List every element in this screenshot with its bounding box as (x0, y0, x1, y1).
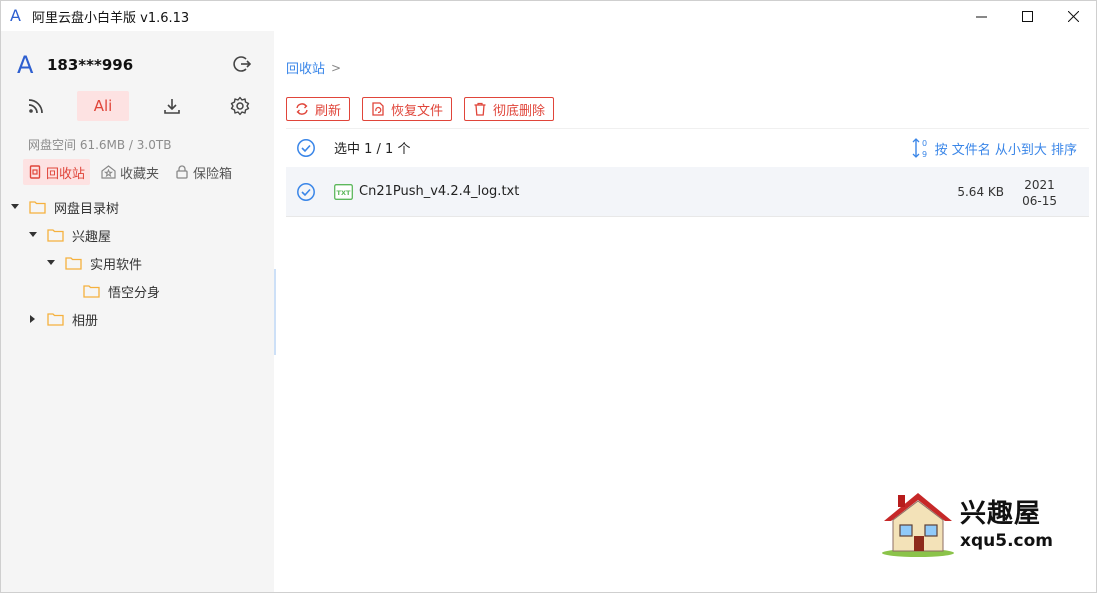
restore-files-label: 恢复文件 (391, 103, 444, 119)
app-logo-icon: A (10, 6, 21, 25)
tab-recycle-bin[interactable]: 回收站 (23, 159, 91, 185)
tab-safe-box[interactable]: 保险箱 (170, 159, 237, 185)
sidebar-tabs: 回收站 收藏夹 保险箱 (23, 159, 243, 185)
refresh-icon (296, 103, 308, 115)
restore-file-icon (372, 102, 384, 116)
rss-icon (28, 99, 43, 114)
folder-icon (47, 313, 64, 326)
caret-right-icon[interactable] (27, 313, 39, 325)
tab-favorites[interactable]: 收藏夹 (96, 159, 164, 185)
tree-node-label: 兴趣屋 (72, 229, 112, 245)
download-button[interactable] (161, 91, 183, 121)
list-header: 选中 1 / 1 个 09 按 文件名 从小到大 排序 (286, 128, 1089, 166)
caret-down-icon[interactable] (27, 229, 39, 241)
window-title: 阿里云盘小白羊版 v1.6.13 (32, 10, 190, 26)
user-name[interactable]: 183***996 (47, 56, 133, 74)
favorites-icon (101, 165, 116, 179)
watermark-title: 兴趣屋 (960, 499, 1042, 529)
lock-icon (176, 165, 188, 179)
app-window: A 阿里云盘小白羊版 v1.6.13 A 183***996 Ali 网盘空间 … (0, 0, 1097, 593)
tree-node-wukong[interactable]: 悟空分身 (1, 277, 274, 305)
user-logo-icon: A (17, 51, 34, 79)
toolbar: 刷新 恢复文件 彻底删除 (286, 97, 566, 121)
settings-button[interactable] (229, 91, 251, 121)
folder-icon (29, 201, 46, 214)
minimize-button[interactable] (958, 1, 1004, 31)
tree-node-label: 相册 (72, 313, 99, 329)
refresh-button[interactable]: 刷新 (286, 97, 351, 121)
download-icon (164, 99, 180, 114)
window-controls (958, 1, 1096, 31)
sort-label: 按 文件名 从小到大 排序 (934, 142, 1077, 158)
sidebar-resize-handle[interactable] (274, 269, 276, 355)
tab-recycle-bin-label: 回收站 (46, 166, 86, 182)
close-button[interactable] (1050, 1, 1096, 31)
file-date: 2021 06-15 (1022, 177, 1057, 209)
file-type-badge: TXT (337, 189, 351, 197)
restore-files-button[interactable]: 恢复文件 (362, 97, 453, 121)
refresh-label: 刷新 (315, 103, 342, 119)
tree-node-xingquwu[interactable]: 兴趣屋 (1, 221, 274, 249)
sort-icon: 09 (912, 138, 927, 159)
watermark-logo: 兴趣屋 xqu5.com (878, 487, 1053, 559)
recycle-bin-icon (29, 165, 41, 179)
rss-button[interactable] (25, 91, 47, 121)
tree-node-label: 网盘目录树 (54, 201, 120, 217)
sidebar: A 183***996 Ali 网盘空间 61.6MB / 3.0TB 回收站 (1, 31, 274, 592)
close-icon (1067, 10, 1079, 22)
watermark-url: xqu5.com (960, 531, 1053, 551)
tree-node-label: 悟空分身 (108, 285, 161, 301)
permanent-delete-label: 彻底删除 (493, 103, 546, 119)
svg-text:0: 0 (922, 139, 927, 148)
permanent-delete-button[interactable]: 彻底删除 (464, 97, 555, 121)
sort-button[interactable]: 09 按 文件名 从小到大 排序 (911, 137, 1077, 159)
title-bar[interactable]: A 阿里云盘小白羊版 v1.6.13 (1, 1, 1096, 31)
tree-node-label: 实用软件 (90, 257, 143, 273)
txt-file-icon: TXT (334, 183, 353, 200)
minimize-icon (975, 16, 987, 17)
folder-icon (83, 285, 100, 298)
breadcrumb-separator: > (331, 60, 342, 75)
folder-icon (65, 257, 82, 270)
check-circle-icon (297, 182, 315, 201)
house-logo-icon (882, 493, 954, 557)
file-date-monthday: 06-15 (1022, 194, 1057, 208)
tab-safe-box-label: 保险箱 (193, 166, 233, 182)
caret-down-icon[interactable] (45, 257, 57, 269)
breadcrumb: 回收站 > (286, 58, 342, 78)
tab-favorites-label: 收藏夹 (120, 166, 160, 182)
trash-icon (474, 102, 486, 116)
user-row: A 183***996 (17, 51, 257, 79)
sidebar-nav: Ali (15, 91, 263, 121)
svg-text:9: 9 (922, 150, 927, 159)
file-date-year: 2021 (1024, 178, 1055, 192)
row-checkbox[interactable] (286, 182, 326, 202)
check-circle-icon (297, 138, 315, 157)
maximize-button[interactable] (1004, 1, 1050, 31)
file-row[interactable]: TXT Cn21Push_v4.2.4_log.txt 5.64 KB 2021… (286, 167, 1089, 217)
tree-node-album[interactable]: 相册 (1, 305, 274, 333)
file-name[interactable]: Cn21Push_v4.2.4_log.txt (359, 184, 519, 199)
storage-quota: 网盘空间 61.6MB / 3.0TB (28, 138, 172, 152)
logout-icon[interactable] (233, 55, 252, 77)
maximize-icon (1021, 10, 1033, 22)
caret-down-icon[interactable] (9, 201, 21, 213)
breadcrumb-current[interactable]: 回收站 (286, 58, 325, 77)
tree-node-software[interactable]: 实用软件 (1, 249, 274, 277)
gear-icon (230, 96, 250, 116)
tree-node-root[interactable]: 网盘目录树 (1, 193, 274, 221)
select-all-checkbox[interactable] (286, 138, 326, 158)
selection-count: 选中 1 / 1 个 (334, 142, 411, 157)
ali-tab-button[interactable]: Ali (77, 91, 129, 121)
folder-tree: 网盘目录树 兴趣屋 实用软件 悟空分身 相册 (1, 193, 274, 333)
file-size: 5.64 KB (957, 185, 1004, 199)
folder-icon (47, 229, 64, 242)
